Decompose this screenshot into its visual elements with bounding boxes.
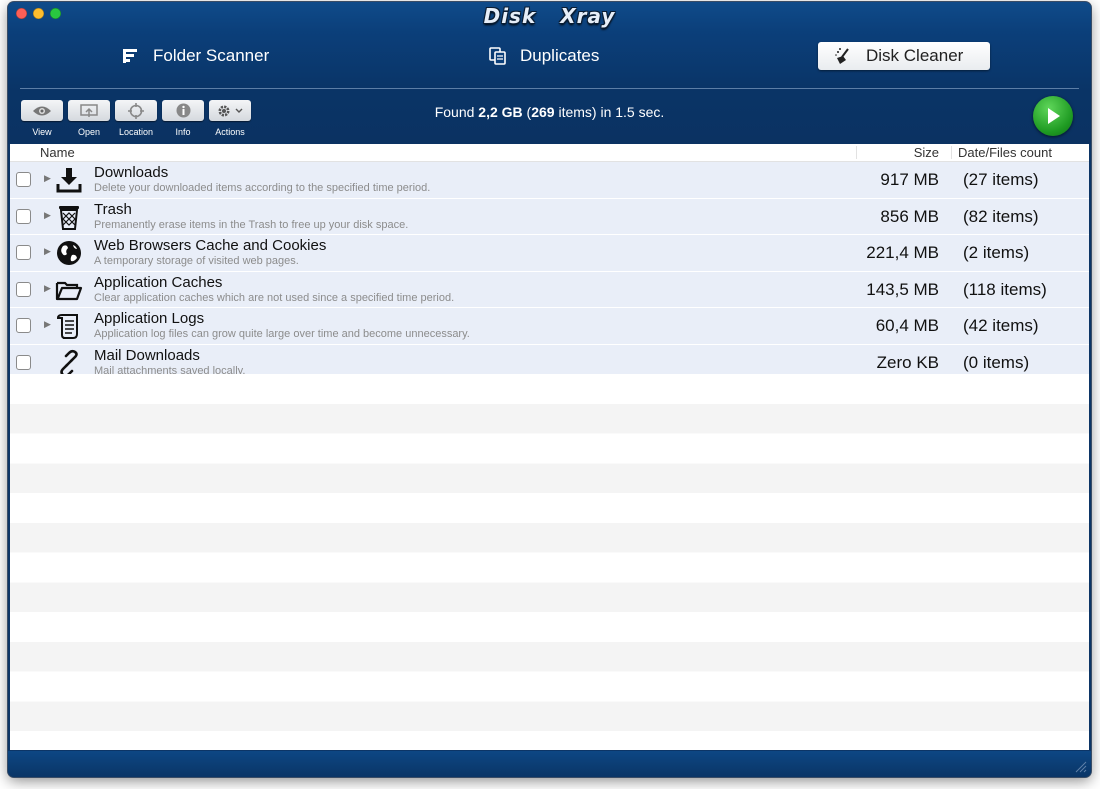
location-button-label: Location bbox=[118, 127, 154, 137]
row-checkbox[interactable] bbox=[16, 172, 31, 187]
header-separator bbox=[951, 146, 952, 159]
row-description: A temporary storage of visited web pages… bbox=[94, 255, 299, 267]
row-size: 856 MB bbox=[880, 206, 939, 226]
status-count-open: ( bbox=[522, 104, 532, 120]
row-title: Downloads bbox=[94, 164, 169, 181]
row-size: 60,4 MB bbox=[875, 316, 939, 335]
row-size: 143,5 MB bbox=[866, 279, 939, 299]
table-row[interactable]: ▶ Trash Premanently erase items in the T… bbox=[10, 198, 1089, 235]
tab-folder-scanner[interactable]: Folder Scanner bbox=[121, 42, 269, 70]
row-title: Application Caches bbox=[94, 273, 223, 291]
row-item-count: (118 items) bbox=[963, 279, 1047, 299]
log-scroll-icon bbox=[56, 314, 78, 339]
disclosure-triangle-icon[interactable]: ▶ bbox=[44, 319, 51, 330]
row-item-count: (27 items) bbox=[963, 170, 1039, 189]
table-row[interactable]: ▶ Application Caches Clear application c… bbox=[10, 271, 1089, 308]
scan-status: Found 2,2 GB (269 items) in 1.5 sec. bbox=[8, 104, 1091, 120]
bottom-status-bar bbox=[8, 751, 1091, 777]
table-row[interactable]: ▶ Downloads Delete your downloaded items… bbox=[10, 162, 1089, 199]
header-size[interactable]: Size bbox=[914, 145, 939, 160]
row-title: Mail Downloads bbox=[94, 346, 200, 364]
row-title: Application Logs bbox=[94, 310, 205, 327]
trash-icon bbox=[59, 205, 79, 230]
row-item-count: (42 items) bbox=[963, 316, 1039, 335]
folder-icon bbox=[55, 281, 83, 300]
info-button-label: Info bbox=[175, 127, 191, 137]
row-title: Trash bbox=[94, 200, 132, 218]
row-size: 917 MB bbox=[880, 170, 939, 189]
toolbar-divider bbox=[20, 88, 1079, 89]
disclosure-triangle-icon[interactable]: ▶ bbox=[44, 283, 51, 294]
play-icon bbox=[1048, 108, 1060, 124]
tab-duplicates[interactable]: Duplicates bbox=[488, 42, 599, 70]
logo-word-xray: Xray bbox=[560, 4, 616, 28]
disclosure-triangle-icon[interactable]: ▶ bbox=[44, 173, 51, 184]
duplicates-icon bbox=[489, 47, 506, 65]
status-suffix: items) in 1.5 sec. bbox=[554, 104, 665, 120]
open-button-label: Open bbox=[77, 127, 101, 137]
header-name[interactable]: Name bbox=[40, 145, 75, 160]
view-button-label: View bbox=[32, 127, 52, 137]
broom-icon bbox=[835, 48, 849, 64]
app-logo: Disk Xray bbox=[8, 4, 1091, 28]
actions-button-label: Actions bbox=[215, 127, 245, 137]
status-total-size: 2,2 GB bbox=[478, 104, 523, 120]
row-description: Clear application caches which are not u… bbox=[94, 291, 455, 304]
globe-icon bbox=[57, 241, 81, 265]
top-toolbar: Disk Xray Folder Scanner Duplicates Disk… bbox=[8, 2, 1091, 144]
row-item-count: (82 items) bbox=[963, 206, 1039, 226]
disclosure-triangle-icon[interactable]: ▶ bbox=[44, 210, 51, 221]
start-clean-button[interactable] bbox=[1033, 96, 1073, 136]
row-checkbox[interactable] bbox=[16, 281, 31, 297]
row-description: Premanently erase items in the Trash to … bbox=[94, 218, 409, 231]
app-window: Disk Xray Folder Scanner Duplicates Disk… bbox=[8, 2, 1091, 777]
row-checkbox[interactable] bbox=[16, 318, 31, 333]
row-size: Zero KB bbox=[876, 352, 939, 372]
link-icon bbox=[60, 349, 78, 377]
tab-duplicates-label: Duplicates bbox=[520, 46, 600, 65]
table-row[interactable]: ▶ Application Logs Application log files… bbox=[10, 308, 1089, 345]
row-checkbox[interactable] bbox=[16, 208, 31, 224]
row-description: Application log files can grow quite lar… bbox=[94, 328, 470, 340]
table-header: Name Size Date/Files count bbox=[10, 144, 1089, 162]
row-title: Web Browsers Cache and Cookies bbox=[94, 237, 327, 254]
row-checkbox[interactable] bbox=[16, 354, 31, 370]
row-item-count: (2 items) bbox=[963, 243, 1030, 262]
tab-folder-scanner-label: Folder Scanner bbox=[153, 46, 270, 65]
tab-disk-cleaner-label: Disk Cleaner bbox=[866, 46, 964, 65]
row-size: 221,4 MB bbox=[866, 243, 939, 262]
status-item-count: 269 bbox=[531, 104, 555, 120]
resize-grip-icon[interactable] bbox=[1073, 759, 1087, 773]
empty-rows-area bbox=[10, 374, 1089, 750]
header-separator bbox=[856, 146, 857, 159]
cleaner-table: Name Size Date/Files count ▶ Downloads D… bbox=[10, 144, 1089, 750]
logo-word-disk: Disk bbox=[483, 4, 537, 28]
disclosure-triangle-icon[interactable]: ▶ bbox=[44, 246, 51, 257]
table-row[interactable]: ▶ Web Browsers Cache and Cookies A tempo… bbox=[10, 235, 1089, 272]
header-date-files-count[interactable]: Date/Files count bbox=[958, 145, 1052, 160]
download-icon bbox=[56, 168, 82, 193]
tab-disk-cleaner[interactable]: Disk Cleaner bbox=[818, 42, 990, 70]
row-description: Delete your downloaded items according t… bbox=[94, 182, 431, 194]
folder-scanner-icon bbox=[123, 49, 137, 63]
status-prefix: Found bbox=[434, 104, 479, 120]
row-checkbox[interactable] bbox=[16, 245, 31, 260]
row-item-count: (0 items) bbox=[963, 352, 1030, 372]
